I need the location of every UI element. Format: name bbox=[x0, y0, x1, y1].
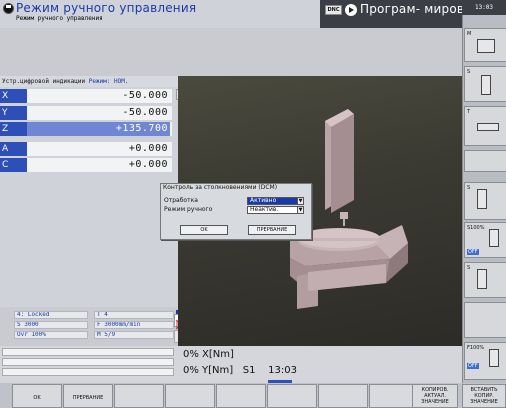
axis-row-y[interactable]: Y -50.000 bbox=[0, 106, 172, 120]
s-label-2: S bbox=[467, 185, 471, 191]
y-load-readout: 0% Y[Nm] S1 13:03 bbox=[183, 365, 297, 376]
axis-label: C bbox=[0, 158, 27, 172]
spindle-stop-icon bbox=[477, 269, 487, 289]
x-load-readout: 0% X[Nm] bbox=[183, 349, 234, 360]
spindle-id: S1 bbox=[242, 365, 256, 376]
m-label: M bbox=[467, 31, 472, 37]
t-label: T bbox=[467, 109, 471, 115]
m-function: M 5/9 bbox=[94, 331, 174, 339]
dialog-ok-button[interactable]: OK bbox=[180, 225, 228, 235]
manual-mode-label: Режим ручного bbox=[164, 206, 213, 213]
m-function-softkey[interactable]: M bbox=[464, 28, 506, 62]
axis-row-z[interactable]: Z +135.700 bbox=[0, 122, 172, 136]
time-readout: 13:03 bbox=[268, 365, 297, 376]
tool-number: T 4 bbox=[94, 311, 174, 319]
axis-row-c[interactable]: C +0.000 bbox=[0, 158, 172, 172]
spindle-speed: S 3000 bbox=[14, 321, 88, 329]
spindle-icon bbox=[481, 75, 491, 95]
manual-mode-icon-detail bbox=[6, 5, 11, 8]
position-display-title: Устр.цифровой индикации Режим: НОМ. bbox=[0, 76, 178, 87]
dialog-title: Контроль за столкновениями (DCM) bbox=[163, 184, 278, 191]
off-badge-2: OFF bbox=[467, 363, 479, 369]
axis-value: +0.000 bbox=[128, 159, 168, 170]
axis-label: Y bbox=[0, 106, 27, 120]
manual-mode-select[interactable]: Неактив. bbox=[247, 206, 298, 214]
s-label-3: S bbox=[467, 265, 471, 271]
blank-softkey-1[interactable] bbox=[464, 150, 506, 172]
position-display-panel bbox=[0, 87, 178, 307]
spindle-override-label: S100% bbox=[467, 225, 485, 231]
machine-icon bbox=[477, 39, 495, 53]
softkey-empty-5[interactable] bbox=[216, 384, 266, 408]
feed-override-label: F100% bbox=[467, 345, 485, 351]
feed-icon bbox=[489, 349, 499, 367]
softkey-copy-actual[interactable]: КОПИРОВ. АКТУАЛ. ЗНАЧЕНИЕ bbox=[412, 384, 458, 408]
axis-value: +0.000 bbox=[128, 143, 168, 154]
softkey-ok[interactable]: OK bbox=[12, 384, 62, 408]
load-bar-3 bbox=[2, 368, 174, 376]
axis-row-x[interactable]: X -50.000 bbox=[0, 89, 172, 103]
chevron-down-icon[interactable]: ▼ bbox=[297, 206, 304, 214]
override-icon bbox=[489, 229, 499, 247]
execution-label: Отработка bbox=[164, 197, 198, 204]
mode-subtitle: Режим ручного управления bbox=[16, 15, 103, 22]
override: Ovr 100% bbox=[14, 331, 88, 339]
dnc-icon: DNC bbox=[325, 5, 342, 15]
spindle-override-softkey[interactable]: S100% OFF bbox=[464, 222, 506, 258]
axis-value: -50.000 bbox=[122, 90, 168, 101]
tool-change-icon bbox=[477, 123, 499, 131]
softkey-ok-label: OK bbox=[33, 395, 41, 401]
axis-value: -50.000 bbox=[122, 107, 168, 118]
mode-title: Режим ручного управления bbox=[16, 1, 197, 15]
axis-label: X bbox=[0, 89, 27, 103]
position-display-label: Устр.цифровой индикации bbox=[2, 78, 86, 85]
spindle-direction-softkey[interactable]: S bbox=[464, 182, 506, 220]
axis-row-a[interactable]: A +0.000 bbox=[0, 142, 172, 156]
chevron-down-icon[interactable]: ▼ bbox=[297, 197, 304, 205]
softkey-cancel-label: ПРЕРВАНИЕ bbox=[72, 395, 104, 401]
axis-label: A bbox=[0, 142, 27, 156]
clock: 13:03 bbox=[462, 0, 506, 15]
tool-state: 4: Locked bbox=[14, 311, 88, 319]
softkey-empty-6[interactable] bbox=[267, 384, 317, 408]
softkey-empty-3[interactable] bbox=[114, 384, 164, 408]
softkey-paste-copied[interactable]: ВСТАВИТЬ КОПИР. ЗНАЧЕНИЕ bbox=[462, 384, 506, 408]
spindle-stop-softkey[interactable]: S bbox=[464, 262, 506, 298]
axis-label: Z bbox=[0, 122, 27, 136]
feed-rate: F 3000mm/min bbox=[94, 321, 174, 329]
execution-select[interactable]: Активно bbox=[247, 197, 298, 205]
softkey-empty-7[interactable] bbox=[318, 384, 368, 408]
y-load-value: 0% Y[Nm] bbox=[183, 365, 234, 376]
off-badge: OFF bbox=[467, 249, 479, 255]
s-label: S bbox=[467, 69, 471, 75]
load-bar-2 bbox=[2, 358, 174, 366]
play-icon bbox=[349, 7, 354, 13]
dialog-cancel-button[interactable]: ПРЕРВАНИЕ bbox=[248, 225, 296, 235]
softkey-cancel[interactable]: ПРЕРВАНИЕ bbox=[63, 384, 113, 408]
blank-softkey-2[interactable] bbox=[464, 302, 506, 338]
s-softkey[interactable]: S bbox=[464, 66, 506, 102]
tool-state-text: 4: Locked bbox=[17, 311, 50, 318]
softkey-empty-4[interactable] bbox=[165, 384, 215, 408]
t-softkey[interactable]: T bbox=[464, 106, 506, 146]
load-bar-1 bbox=[2, 348, 174, 356]
position-mode: Режим: НОМ. bbox=[88, 78, 129, 85]
axis-value: +135.700 bbox=[27, 122, 170, 136]
feed-override-softkey[interactable]: F100% OFF bbox=[464, 342, 506, 380]
spindle-cw-icon bbox=[477, 189, 487, 209]
